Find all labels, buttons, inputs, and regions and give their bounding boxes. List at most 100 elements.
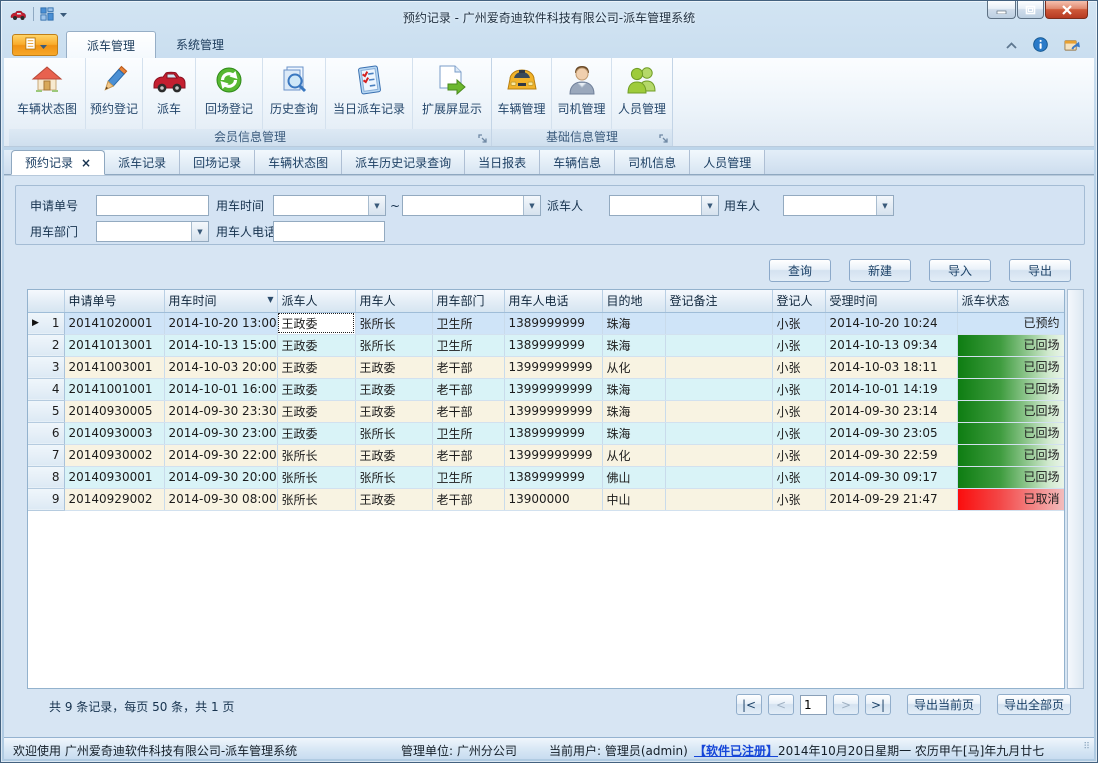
table-cell[interactable]: 13999999999: [504, 400, 602, 422]
table-cell[interactable]: 2014-10-03 20:00: [164, 356, 277, 378]
column-header[interactable]: 派车状态: [957, 290, 1064, 312]
table-cell[interactable]: 张所长: [355, 466, 432, 488]
tab-close-icon[interactable]: ×: [81, 156, 91, 170]
row-selector-cell[interactable]: 9: [28, 488, 64, 510]
table-cell[interactable]: 20141020001: [64, 312, 164, 334]
table-cell[interactable]: 王政委: [277, 422, 355, 444]
license-link[interactable]: 【软件已注册】: [694, 742, 778, 759]
ribbon-button[interactable]: 当日派车记录: [326, 58, 413, 129]
table-cell[interactable]: 20141001001: [64, 378, 164, 400]
status-cell[interactable]: 已预约: [957, 312, 1064, 334]
table-row[interactable]: 3201410030012014-10-03 20:00王政委王政委老干部139…: [28, 356, 1064, 378]
status-cell[interactable]: 已回场: [957, 400, 1064, 422]
apply-no-input[interactable]: [96, 195, 209, 216]
skin-icon[interactable]: [1063, 37, 1080, 55]
dept-combo[interactable]: ▼: [96, 221, 209, 242]
resize-grip-icon[interactable]: ⠿: [1083, 742, 1091, 757]
table-cell[interactable]: 2014-10-01 16:00: [164, 378, 277, 400]
table-row[interactable]: 4201410010012014-10-01 16:00王政委王政委老干部139…: [28, 378, 1064, 400]
table-cell[interactable]: 2014-09-30 20:00: [164, 466, 277, 488]
table-cell[interactable]: [665, 488, 772, 510]
table-cell[interactable]: 王政委: [277, 312, 355, 334]
row-selector-cell[interactable]: 8: [28, 466, 64, 488]
restore-button[interactable]: [1017, 1, 1044, 19]
table-cell[interactable]: 张所长: [355, 334, 432, 356]
table-cell[interactable]: 珠海: [602, 378, 665, 400]
table-cell[interactable]: 王政委: [355, 400, 432, 422]
table-cell[interactable]: [665, 334, 772, 356]
table-cell[interactable]: 2014-10-01 14:19: [825, 378, 957, 400]
table-cell[interactable]: 20140930005: [64, 400, 164, 422]
table-cell[interactable]: 老干部: [432, 400, 504, 422]
row-selector-cell[interactable]: 2: [28, 334, 64, 356]
table-cell[interactable]: 王政委: [277, 378, 355, 400]
column-filter-icon[interactable]: ▼: [267, 295, 273, 304]
table-cell[interactable]: 2014-10-13 15:00: [164, 334, 277, 356]
ribbon-button[interactable]: 车辆状态图: [9, 58, 86, 129]
table-cell[interactable]: 20141003001: [64, 356, 164, 378]
export-all-pages-button[interactable]: 导出全部页: [997, 694, 1071, 715]
table-cell[interactable]: 小张: [772, 444, 825, 466]
query-button[interactable]: 查询: [769, 259, 831, 282]
status-cell[interactable]: 已回场: [957, 356, 1064, 378]
table-cell[interactable]: 小张: [772, 488, 825, 510]
doc-tab[interactable]: 车辆信息: [540, 150, 615, 174]
table-cell[interactable]: 珠海: [602, 334, 665, 356]
table-cell[interactable]: 卫生所: [432, 466, 504, 488]
ribbon-tab[interactable]: 系统管理: [156, 31, 244, 58]
table-cell[interactable]: 2014-09-30 23:05: [825, 422, 957, 444]
title-bar[interactable]: 预约记录 - 广州爱奇迪软件科技有限公司-派车管理系统: [1, 1, 1097, 31]
ribbon-button[interactable]: 历史查询: [263, 58, 326, 129]
column-header[interactable]: 登记备注: [665, 290, 772, 312]
close-button[interactable]: [1045, 1, 1088, 19]
table-cell[interactable]: 小张: [772, 466, 825, 488]
table-cell[interactable]: 王政委: [355, 488, 432, 510]
ribbon-button[interactable]: 扩展屏显示: [413, 58, 491, 129]
export-button[interactable]: 导出: [1009, 259, 1071, 282]
table-row[interactable]: 8201409300012014-09-30 20:00张所长张所长卫生所138…: [28, 466, 1064, 488]
table-cell[interactable]: 珠海: [602, 400, 665, 422]
table-cell[interactable]: [665, 400, 772, 422]
column-header[interactable]: 用车部门: [432, 290, 504, 312]
ribbon-button[interactable]: 预约登记: [86, 58, 143, 129]
table-cell[interactable]: 2014-09-30 08:00: [164, 488, 277, 510]
table-cell[interactable]: 2014-10-03 18:11: [825, 356, 957, 378]
table-cell[interactable]: 小张: [772, 334, 825, 356]
column-header[interactable]: [28, 290, 64, 312]
row-selector-cell[interactable]: ▶1: [28, 312, 64, 334]
table-cell[interactable]: 张所长: [355, 422, 432, 444]
table-cell[interactable]: 老干部: [432, 488, 504, 510]
table-cell[interactable]: 20140930001: [64, 466, 164, 488]
table-cell[interactable]: 1389999999: [504, 466, 602, 488]
column-header[interactable]: 申请单号: [64, 290, 164, 312]
ribbon-button[interactable]: 司机管理: [552, 58, 612, 129]
row-selector-cell[interactable]: 5: [28, 400, 64, 422]
first-page-button[interactable]: |<: [736, 694, 762, 715]
table-cell[interactable]: 老干部: [432, 356, 504, 378]
table-cell[interactable]: 珠海: [602, 422, 665, 444]
table-cell[interactable]: 卫生所: [432, 312, 504, 334]
table-cell[interactable]: 2014-10-20 13:00: [164, 312, 277, 334]
doc-tab[interactable]: 派车记录: [105, 150, 180, 174]
table-cell[interactable]: 王政委: [277, 334, 355, 356]
table-cell[interactable]: 佛山: [602, 466, 665, 488]
column-header[interactable]: 登记人: [772, 290, 825, 312]
table-cell[interactable]: 王政委: [277, 356, 355, 378]
row-selector-cell[interactable]: 4: [28, 378, 64, 400]
table-row[interactable]: 2201410130012014-10-13 15:00王政委张所长卫生所138…: [28, 334, 1064, 356]
table-cell[interactable]: [665, 444, 772, 466]
status-cell[interactable]: 已回场: [957, 422, 1064, 444]
table-cell[interactable]: 小张: [772, 312, 825, 334]
last-page-button[interactable]: >|: [865, 694, 891, 715]
table-cell[interactable]: 张所长: [277, 444, 355, 466]
table-cell[interactable]: 1389999999: [504, 312, 602, 334]
doc-tab[interactable]: 回场记录: [180, 150, 255, 174]
chevron-down-icon[interactable]: ▼: [191, 222, 208, 241]
table-cell[interactable]: 2014-09-30 09:17: [825, 466, 957, 488]
row-selector-cell[interactable]: 3: [28, 356, 64, 378]
table-cell[interactable]: 卫生所: [432, 334, 504, 356]
table-cell[interactable]: 小张: [772, 422, 825, 444]
vertical-scrollbar[interactable]: [1067, 289, 1084, 689]
table-cell[interactable]: 王政委: [277, 400, 355, 422]
table-row[interactable]: 6201409300032014-09-30 23:00王政委张所长卫生所138…: [28, 422, 1064, 444]
